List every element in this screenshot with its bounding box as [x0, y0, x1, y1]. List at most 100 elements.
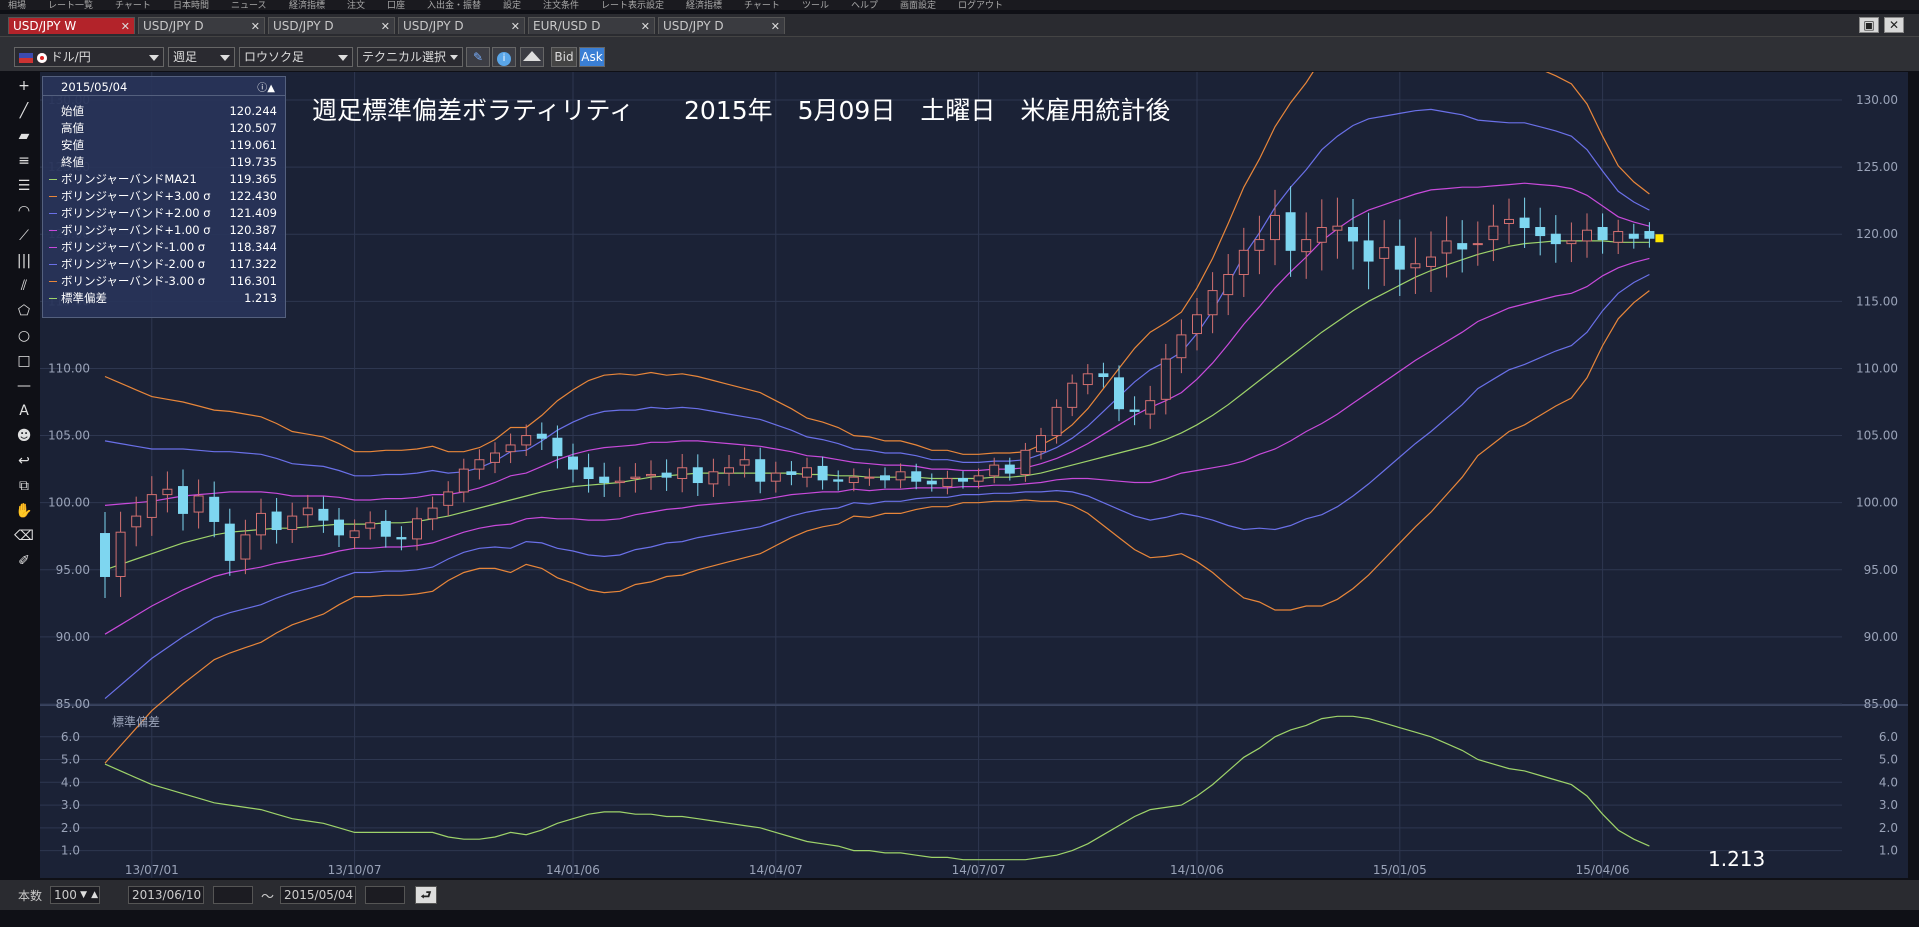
menu-item[interactable]: ツール: [802, 0, 829, 10]
info-row: ボリンジャーバンド+3.00 σ 122.430: [49, 188, 281, 204]
close-tab-icon[interactable]: ✕: [511, 18, 520, 35]
menu-item[interactable]: レート一覧: [48, 0, 93, 10]
menu-item[interactable]: 口座: [387, 0, 405, 10]
collapse-panel-icon[interactable]: ⓘ▲: [257, 79, 275, 94]
close-window-button[interactable]: ✕: [1884, 17, 1904, 33]
mountain-chart-button[interactable]: [520, 47, 544, 67]
count-input[interactable]: 100 ▼ ▲: [50, 886, 100, 904]
menu-item[interactable]: レート表示設定: [601, 0, 664, 10]
close-tab-icon[interactable]: ✕: [251, 18, 260, 35]
tab-3[interactable]: USD/JPY D ✕: [398, 17, 525, 34]
technical-label: テクニカル選択: [362, 50, 447, 64]
close-tab-icon[interactable]: ✕: [381, 18, 390, 35]
menu-item[interactable]: 画面設定: [900, 0, 936, 10]
candle-body: [1270, 214, 1280, 241]
info-label: ボリンジャーバンド-2.00 σ: [61, 257, 206, 271]
menu-item[interactable]: 注文条件: [543, 0, 579, 10]
candle-body: [1036, 435, 1046, 453]
rectangle-tool-icon[interactable]: □: [13, 351, 35, 371]
bid-button[interactable]: Bid: [551, 47, 577, 67]
menu-item[interactable]: ニュース: [231, 0, 267, 10]
from-time-input[interactable]: [213, 886, 253, 904]
jp-flag-icon: [36, 52, 47, 63]
chart-type-select[interactable]: ロウソク足: [239, 47, 353, 67]
menu-item[interactable]: チャート: [115, 0, 151, 10]
copy-tool-icon[interactable]: ⧉: [13, 476, 35, 496]
candle-body: [911, 471, 922, 482]
menu-item[interactable]: 入出金・振替: [427, 0, 481, 10]
menu-item[interactable]: 経済指標: [686, 0, 722, 10]
channel-tool-icon[interactable]: ⫽: [13, 276, 35, 296]
candle-body: [380, 520, 391, 537]
info-label: 標準偏差: [61, 291, 107, 305]
candle-body: [786, 471, 797, 475]
horizontal-lines-tool-icon[interactable]: ≡: [13, 151, 35, 171]
crosshair-tool-icon[interactable]: +: [13, 76, 35, 96]
info-row: ボリンジャーバンド-1.00 σ 118.344: [49, 239, 281, 255]
candle-body: [490, 452, 500, 463]
tab-0[interactable]: USD/JPY W ✕: [8, 17, 135, 34]
apply-range-button[interactable]: ⮐: [415, 886, 437, 904]
menu-item[interactable]: 相場: [8, 0, 26, 10]
ruler-tool-icon[interactable]: ▰: [13, 126, 35, 146]
period-select[interactable]: 週足: [168, 47, 235, 67]
maximize-button[interactable]: ▣: [1859, 17, 1879, 33]
text-tool-icon[interactable]: A: [13, 401, 35, 421]
pen-tool-button[interactable]: ✎: [466, 47, 490, 67]
ask-button[interactable]: Ask: [579, 47, 605, 67]
to-date-input[interactable]: 2015/05/04: [280, 886, 356, 904]
x-tick-label: 14/04/07: [749, 863, 803, 877]
horizontal-line-tool-icon[interactable]: —: [13, 376, 35, 396]
candle-body: [724, 467, 734, 474]
candle-body: [1254, 239, 1265, 251]
tab-5[interactable]: USD/JPY D ✕: [658, 17, 785, 34]
candle-body: [412, 518, 422, 540]
candle-body: [100, 533, 110, 577]
fan-tool-icon[interactable]: ⟋: [13, 226, 35, 246]
count-down-icon[interactable]: ▼: [80, 887, 87, 903]
y-tick-label-left: 85.00: [56, 697, 90, 711]
menu-item[interactable]: 日本時間: [173, 0, 209, 10]
arc-tool-icon[interactable]: ◠: [13, 201, 35, 221]
emoji-tool-icon[interactable]: ☻: [13, 426, 35, 446]
pentagon-tool-icon[interactable]: ⬠: [13, 301, 35, 321]
legend-swatch: [49, 196, 57, 197]
x-tick-label: 14/01/06: [546, 863, 600, 877]
candle-body: [1051, 406, 1062, 437]
info-button[interactable]: i: [492, 47, 516, 67]
tab-1[interactable]: USD/JPY D ✕: [138, 17, 265, 34]
count-up-icon[interactable]: ▲: [91, 887, 98, 903]
menu-item[interactable]: 経済指標: [289, 0, 325, 10]
close-tab-icon[interactable]: ✕: [121, 18, 130, 35]
to-time-input[interactable]: [365, 886, 405, 904]
close-tab-icon[interactable]: ✕: [771, 18, 780, 35]
menu-item[interactable]: チャート: [744, 0, 780, 10]
candle-body: [552, 437, 563, 457]
sub-y-tick-label: 4.0: [1879, 775, 1898, 789]
candle-body: [443, 491, 454, 506]
tab-2[interactable]: USD/JPY D ✕: [268, 17, 395, 34]
fibonacci-tool-icon[interactable]: ☰: [13, 176, 35, 196]
from-date-input[interactable]: 2013/06/10: [128, 886, 204, 904]
hand-tool-icon[interactable]: ✋: [13, 501, 35, 521]
technical-select[interactable]: テクニカル選択: [357, 47, 463, 67]
menu-item[interactable]: 注文: [347, 0, 365, 10]
candle-body: [193, 495, 204, 513]
close-tab-icon[interactable]: ✕: [641, 18, 650, 35]
vertical-lines-tool-icon[interactable]: |||: [13, 251, 35, 271]
eraser-tool-icon[interactable]: ⌫: [13, 526, 35, 546]
trend-line-tool-icon[interactable]: ╱: [13, 101, 35, 121]
eraser-all-tool-icon[interactable]: ✐: [13, 551, 35, 571]
undo-tool-icon[interactable]: ↩: [13, 451, 35, 471]
menu-item[interactable]: ヘルプ: [851, 0, 878, 10]
info-label: 終値: [61, 155, 84, 169]
currency-pair-select[interactable]: ドル/円: [14, 47, 164, 67]
menu-item[interactable]: ログアウト: [958, 0, 1003, 10]
count-label: 本数: [18, 889, 43, 903]
tab-4[interactable]: EUR/USD D ✕: [528, 17, 655, 34]
candle-body: [1316, 227, 1327, 243]
circle-tool-icon[interactable]: ○: [13, 326, 35, 346]
menu-item[interactable]: 設定: [503, 0, 521, 10]
candle-body: [1613, 231, 1624, 243]
price-chart[interactable]: 130.00130.00125.00125.00120.00120.00115.…: [40, 72, 1908, 878]
